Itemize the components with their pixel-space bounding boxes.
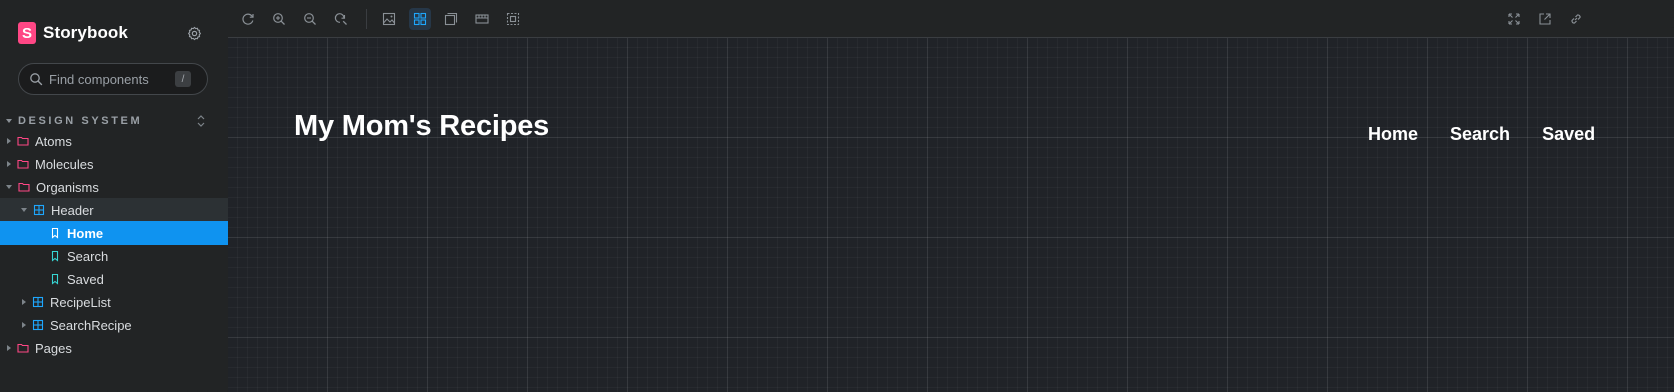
folder-icon <box>17 159 29 169</box>
tree-item-atoms[interactable]: Atoms <box>0 129 228 153</box>
folder-icon <box>17 343 29 353</box>
tree-item-recipelist[interactable]: RecipeList <box>0 290 228 314</box>
storybook-logo: S <box>18 22 36 44</box>
bookmark-icon <box>51 250 59 262</box>
story-nav-saved[interactable]: Saved <box>1542 124 1595 145</box>
folder-icon <box>17 136 29 146</box>
link-icon <box>1571 14 1581 24</box>
toolbar <box>228 0 1674 38</box>
search-icon <box>30 73 43 86</box>
search-box: / <box>18 63 208 95</box>
open-new-tab-icon <box>1539 13 1551 25</box>
zoom-in-icon <box>273 13 285 25</box>
tree-label: Pages <box>35 340 72 356</box>
tree-label: Molecules <box>35 156 94 172</box>
grid-icon <box>413 12 427 26</box>
zoom-in-button[interactable] <box>268 8 290 30</box>
story-nav-search[interactable]: Search <box>1450 124 1510 145</box>
folder-icon <box>18 182 30 192</box>
chevron-right-icon <box>22 299 26 305</box>
chevron-right-icon <box>7 138 11 144</box>
open-new-tab-button[interactable] <box>1534 8 1556 30</box>
background-button[interactable] <box>378 8 400 30</box>
toolbar-divider <box>366 9 367 29</box>
brand-name: Storybook <box>43 23 128 42</box>
search-shortcut: / <box>175 71 191 87</box>
storybook-app: S Storybook / DESIGN SYSTEM <box>0 0 1674 392</box>
tree-item-searchrecipe[interactable]: SearchRecipe <box>0 313 228 337</box>
tree-label: Search <box>67 248 109 264</box>
section-design-system[interactable]: DESIGN SYSTEM <box>6 113 206 129</box>
zoom-out-icon <box>304 13 316 25</box>
bookmark-icon <box>51 227 59 239</box>
fullscreen-icon <box>1508 13 1520 25</box>
bookmark-icon <box>51 273 59 285</box>
tree-label: SearchRecipe <box>50 317 132 333</box>
tree-item-pages[interactable]: Pages <box>0 336 228 360</box>
component-icon <box>33 204 45 216</box>
measure-icon <box>475 14 489 24</box>
chevron-right-icon <box>22 322 26 328</box>
sidebar: S Storybook / DESIGN SYSTEM <box>0 0 228 392</box>
tree-label: Saved <box>67 271 104 287</box>
component-icon <box>32 296 44 308</box>
zoom-out-button[interactable] <box>299 8 321 30</box>
viewport-button[interactable] <box>440 8 462 30</box>
fullscreen-button[interactable] <box>1503 8 1525 30</box>
viewport-icon <box>444 12 458 26</box>
section-label: DESIGN SYSTEM <box>18 115 143 127</box>
tree-item-header[interactable]: Header <box>0 198 228 222</box>
tree-item-organisms[interactable]: Organisms <box>0 175 228 199</box>
search-input[interactable] <box>49 64 189 94</box>
tree-item-search[interactable]: Search <box>0 244 228 268</box>
zoom-reset-button[interactable] <box>330 8 352 30</box>
tree-label: Organisms <box>36 179 99 195</box>
outline-icon <box>506 12 520 26</box>
tree-label: Home <box>67 225 104 241</box>
outline-button[interactable] <box>502 8 524 30</box>
tree-item-home[interactable]: Home <box>0 221 228 245</box>
grid-button[interactable] <box>409 8 431 30</box>
chevron-down-icon <box>21 208 27 212</box>
story-canvas: My Mom's Recipes Home Search Saved <box>228 38 1674 392</box>
measure-button[interactable] <box>471 8 493 30</box>
settings-button[interactable] <box>184 23 204 43</box>
background-icon <box>382 12 396 26</box>
chevron-right-icon <box>7 161 11 167</box>
tree-item-molecules[interactable]: Molecules <box>0 152 228 176</box>
gear-icon <box>187 26 201 40</box>
copy-link-button[interactable] <box>1565 8 1587 30</box>
expand-collapse-icon[interactable] <box>196 114 206 128</box>
tree-label: RecipeList <box>50 294 111 310</box>
story-header-nav: Home Search Saved <box>1368 124 1595 145</box>
story-nav-home[interactable]: Home <box>1368 124 1418 145</box>
zoom-reset-icon <box>334 13 347 25</box>
chevron-right-icon <box>7 345 11 351</box>
component-icon <box>32 319 44 331</box>
brand[interactable]: S Storybook <box>18 22 128 44</box>
remount-button[interactable] <box>237 8 259 30</box>
tree-item-saved[interactable]: Saved <box>0 267 228 291</box>
chevron-down-icon <box>6 185 12 189</box>
tree-label: Header <box>51 202 94 218</box>
chevron-down-icon <box>6 119 12 123</box>
remount-icon <box>242 13 254 25</box>
story-header-title: My Mom's Recipes <box>294 110 550 142</box>
tree-label: Atoms <box>35 133 72 149</box>
